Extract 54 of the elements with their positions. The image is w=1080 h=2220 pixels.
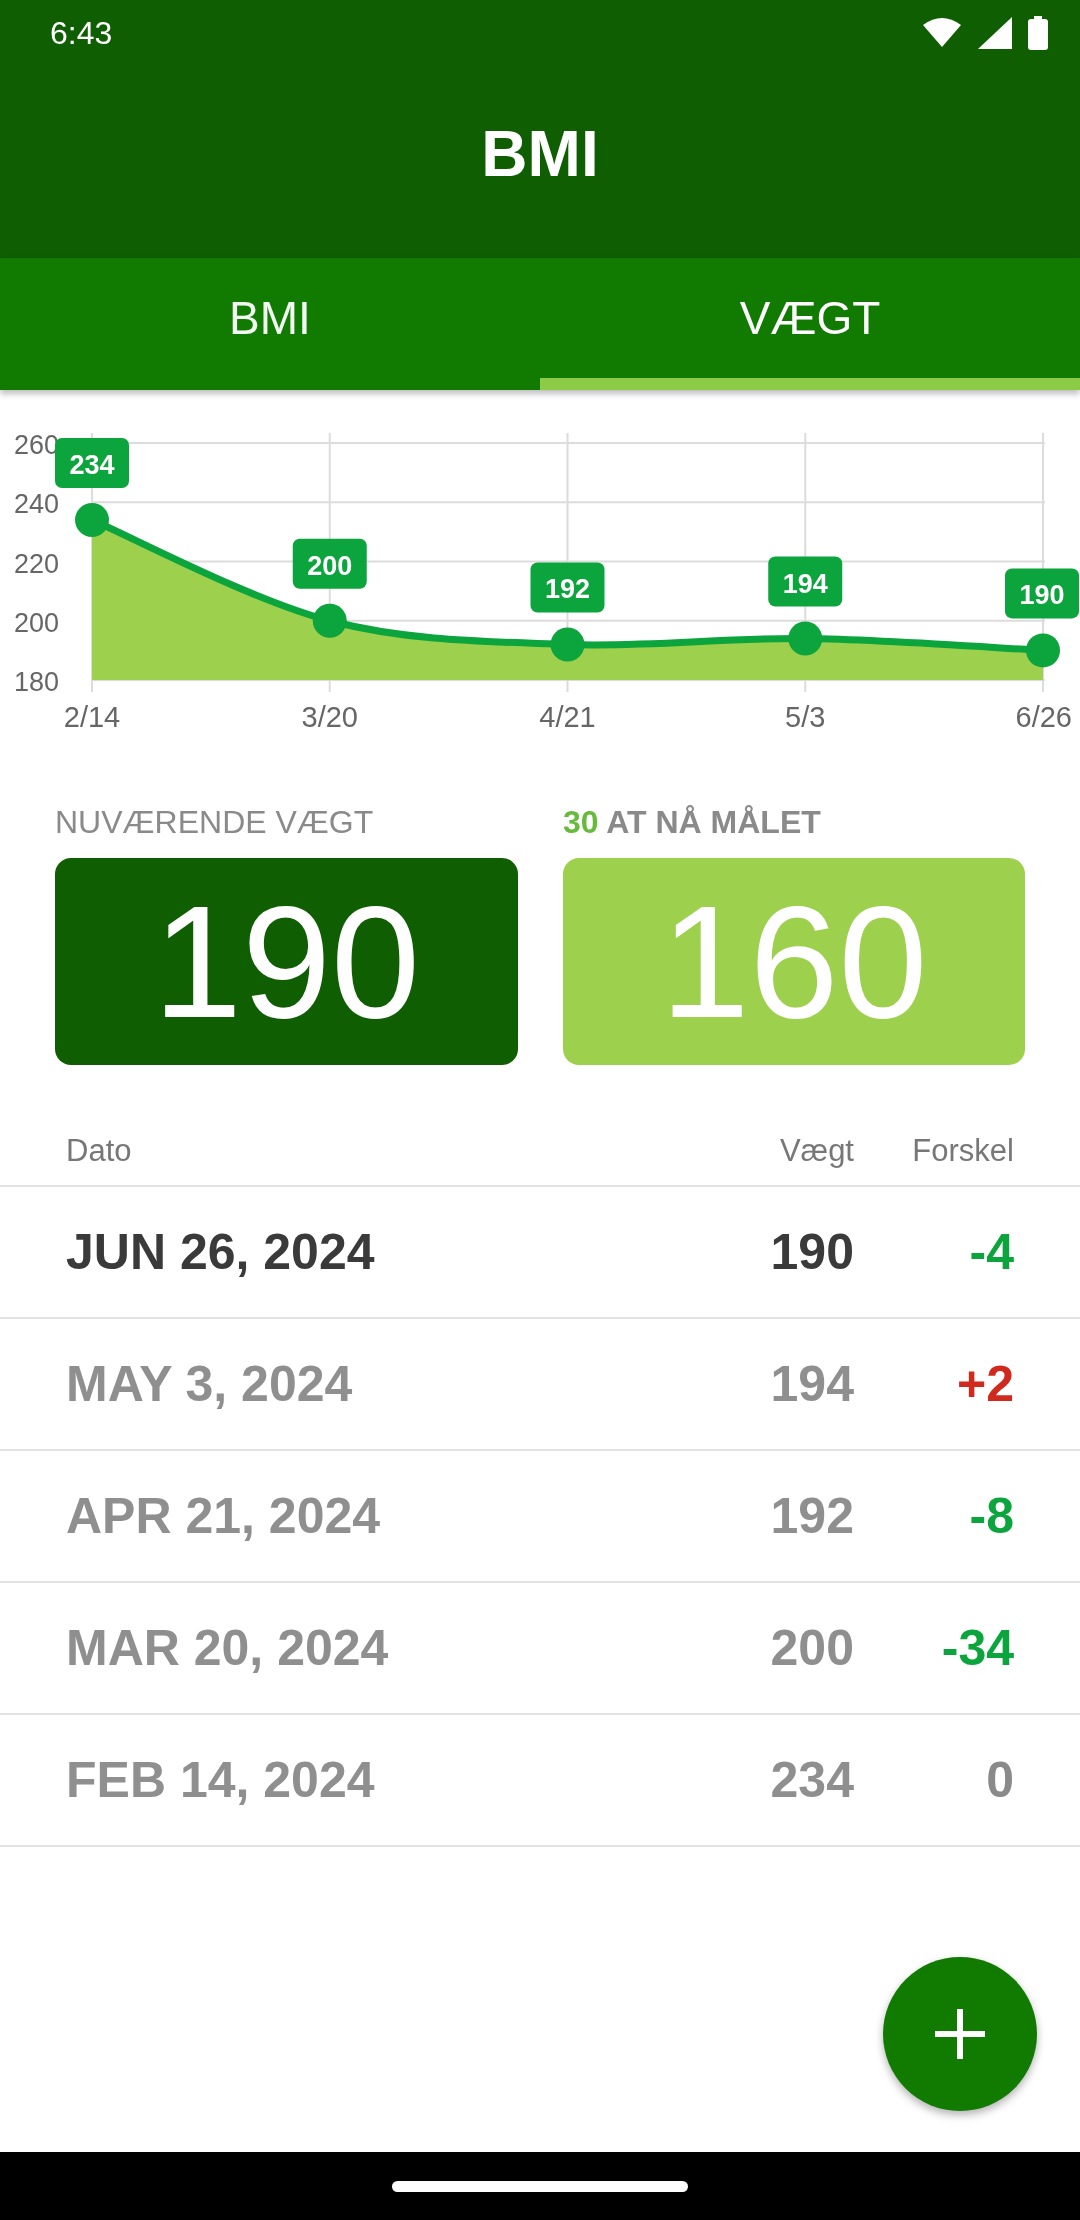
data-label: 190 [1019,580,1065,611]
data-label: 200 [307,550,353,581]
x-axis-label: 4/21 [539,701,596,733]
status-time: 6:43 [50,14,113,53]
value-label: 194 [768,556,843,607]
tab[interactable]: BMI [0,258,540,390]
home-indicator[interactable] [392,2180,688,2192]
weight-cell: 200 [770,1619,854,1676]
wifi-icon [922,17,962,49]
data-point [312,603,347,638]
value-label: 192 [530,562,605,613]
plus-icon [933,2007,987,2061]
battery-icon [1028,16,1048,50]
difference-cell: 0 [986,1751,1014,1808]
column-header: Dato [66,1132,132,1168]
x-axis-label: 3/20 [301,701,358,733]
goal-remaining-label: 30 AT NÅ MÅLET [563,806,822,838]
date-cell: FEB 14, 2024 [66,1751,375,1808]
value-label: 190 [1005,568,1079,619]
data-label: 194 [782,568,828,599]
weight-cell: 192 [770,1487,854,1544]
current-weight-value: 190 [55,858,518,1065]
x-axis-label: 5/3 [785,701,826,733]
x-axis-label: 2/14 [63,701,121,733]
column-header: Forskel [912,1132,1014,1168]
data-point [550,627,585,662]
date-cell: JUN 26, 2024 [66,1223,375,1280]
difference-cell: -34 [941,1619,1014,1676]
y-axis-label: 240 [14,489,60,520]
y-axis-label: 220 [14,548,60,579]
y-axis-label: 200 [14,607,60,638]
goal-weight-value: 160 [563,858,1025,1065]
data-point [75,503,109,538]
date-cell: MAR 20, 2024 [66,1619,389,1676]
y-axis-label: 180 [14,667,60,697]
date-cell: APR 21, 2024 [66,1487,381,1544]
column-header: Vægt [779,1132,854,1168]
weight-cell: 194 [770,1355,854,1412]
weight-cell: 234 [770,1751,854,1808]
signal-icon [978,17,1012,49]
data-label: 192 [544,574,591,605]
date-cell: MAY 3, 2024 [66,1355,353,1412]
x-axis-label: 6/26 [1015,701,1072,733]
difference-cell: -4 [969,1223,1014,1280]
tab[interactable]: VÆGT [540,258,1080,390]
difference-cell: -8 [969,1487,1014,1544]
weight-cell: 190 [770,1223,854,1280]
data-label: 234 [69,450,115,481]
value-label: 200 [292,538,367,589]
app-title: BMI [481,122,599,186]
current-weight-label: NUVÆRENDE VÆGT [55,806,375,838]
data-point [788,621,823,656]
data-point [1026,633,1060,668]
difference-cell: +2 [957,1355,1014,1412]
